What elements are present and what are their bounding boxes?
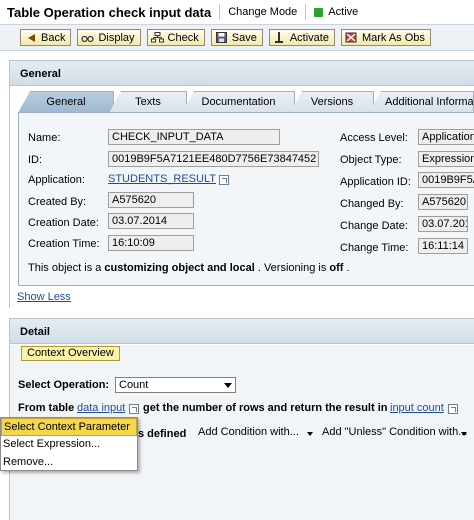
access-level-label: Access Level: <box>340 132 408 144</box>
context-menu: Select Context Parameter Select Expressi… <box>0 417 138 471</box>
add-condition-menu[interactable]: Add Condition with... <box>198 426 299 438</box>
changed-by-field[interactable]: A575620 <box>418 194 468 210</box>
change-date-field[interactable]: 03.07.2014 <box>418 216 468 232</box>
change-time-label: Change Time: <box>340 242 409 254</box>
tab-additional-information[interactable]: Additional Informatio <box>369 91 474 113</box>
id-label: ID: <box>28 154 43 166</box>
page-title: Table Operation check input data <box>7 4 212 20</box>
info-text-versioning-off: off <box>329 262 344 274</box>
object-info-text: This object is a customizing object and … <box>28 262 350 274</box>
info-text-suffix: . <box>343 262 350 274</box>
display-button[interactable]: Display <box>77 29 141 46</box>
add-unless-condition-dropdown-icon[interactable] <box>461 432 467 436</box>
object-type-field[interactable]: Expression <box>418 151 474 167</box>
menu-item-remove[interactable]: Remove... <box>1 454 137 472</box>
creation-time-label: Creation Time: <box>28 238 100 250</box>
created-by-label: Created By: <box>28 196 87 208</box>
show-less-link[interactable]: Show Less <box>17 291 71 303</box>
save-button[interactable]: Save <box>210 29 263 46</box>
back-button[interactable]: Back <box>20 29 72 46</box>
name-label: Name: <box>28 132 61 144</box>
tab-documentation[interactable]: Documentation <box>182 91 295 113</box>
change-time-field[interactable]: 16:11:14 <box>418 238 468 254</box>
creation-date-field[interactable]: 03.07.2014 <box>108 213 194 229</box>
application-link[interactable]: STUDENTS_RESULT <box>108 173 216 185</box>
tab-general[interactable]: General <box>18 91 114 113</box>
select-operation-label: Select Operation: <box>18 379 110 391</box>
title-separator <box>219 4 221 20</box>
input-count-navigation-icon[interactable] <box>448 404 458 414</box>
select-operation-dropdown[interactable]: Count <box>115 377 236 393</box>
input-count-link[interactable]: input count <box>390 402 444 414</box>
activate-button[interactable]: Activate <box>268 29 335 46</box>
detail-section-header[interactable]: Detail <box>9 318 474 344</box>
id-field[interactable]: 0019B9F5A7121EE480D7756E73847452 <box>108 151 319 167</box>
data-input-link[interactable]: data input <box>77 402 125 414</box>
object-type-label: Object Type: <box>340 154 402 166</box>
creation-time-field[interactable]: 16:10:09 <box>108 235 194 251</box>
glasses-icon <box>81 32 95 43</box>
select-operation-value: Count <box>119 379 149 391</box>
tab-strip: General Texts Documentation Versions Add… <box>18 91 474 113</box>
check-hierarchy-icon <box>150 32 164 43</box>
creation-date-label: Creation Date: <box>28 217 99 229</box>
change-mode-link[interactable]: Change Mode <box>228 6 297 18</box>
change-date-label: Change Date: <box>340 220 408 232</box>
back-arrow-icon <box>24 32 37 43</box>
toolbar: Back Display Check Save Activate Mark As… <box>0 25 474 51</box>
menu-item-select-context-parameter[interactable]: Select Context Parameter <box>1 418 137 436</box>
display-button-label: Display <box>98 31 135 44</box>
conditions-defined-text: s defined <box>138 428 187 440</box>
title-bar: Table Operation check input data Change … <box>0 0 474 25</box>
activate-icon <box>273 32 286 43</box>
add-unless-condition-menu[interactable]: Add "Unless" Condition with... <box>322 426 467 438</box>
application-id-field[interactable]: 0019B9F5A <box>418 172 474 188</box>
data-input-navigation-icon[interactable] <box>129 404 139 414</box>
info-text-prefix: This object is a <box>28 262 105 274</box>
mark-obsolete-icon <box>345 32 358 43</box>
name-field[interactable]: CHECK_INPUT_DATA <box>108 129 280 145</box>
general-section-border <box>9 86 10 308</box>
application-label: Application: <box>28 174 85 186</box>
changed-by-label: Changed By: <box>340 198 404 210</box>
application-id-label: Application ID: <box>340 176 411 188</box>
from-table-text: From table <box>18 402 75 414</box>
mark-as-obsolete-button[interactable]: Mark As Obs <box>340 29 431 46</box>
title-separator-2 <box>305 4 307 20</box>
open-navigation-icon[interactable] <box>219 175 229 185</box>
context-overview-button[interactable]: Context Overview <box>21 346 120 361</box>
status-label: Active <box>328 6 359 18</box>
info-text-middle: . Versioning is <box>254 262 330 274</box>
tab-texts[interactable]: Texts <box>109 91 187 113</box>
activate-button-label: Activate <box>289 31 329 44</box>
general-section-header[interactable]: General <box>9 60 474 86</box>
mark-as-obsolete-label: Mark As Obs <box>361 31 425 44</box>
check-button-label: Check <box>167 31 199 44</box>
add-condition-dropdown-icon[interactable] <box>307 432 313 436</box>
created-by-field[interactable]: A575620 <box>108 192 194 208</box>
tab-versions[interactable]: Versions <box>290 91 374 113</box>
save-disk-icon <box>215 32 228 43</box>
info-text-customizing: customizing object and local <box>104 262 255 274</box>
access-level-field[interactable]: Application <box>418 129 474 145</box>
chevron-down-icon <box>224 383 232 388</box>
menu-item-select-expression[interactable]: Select Expression... <box>1 436 137 454</box>
active-status-icon <box>314 7 324 17</box>
save-button-label: Save <box>231 31 257 44</box>
back-button-label: Back <box>41 31 66 44</box>
rows-sentence-text: get the number of rows and return the re… <box>143 402 388 414</box>
check-button[interactable]: Check <box>146 29 205 46</box>
